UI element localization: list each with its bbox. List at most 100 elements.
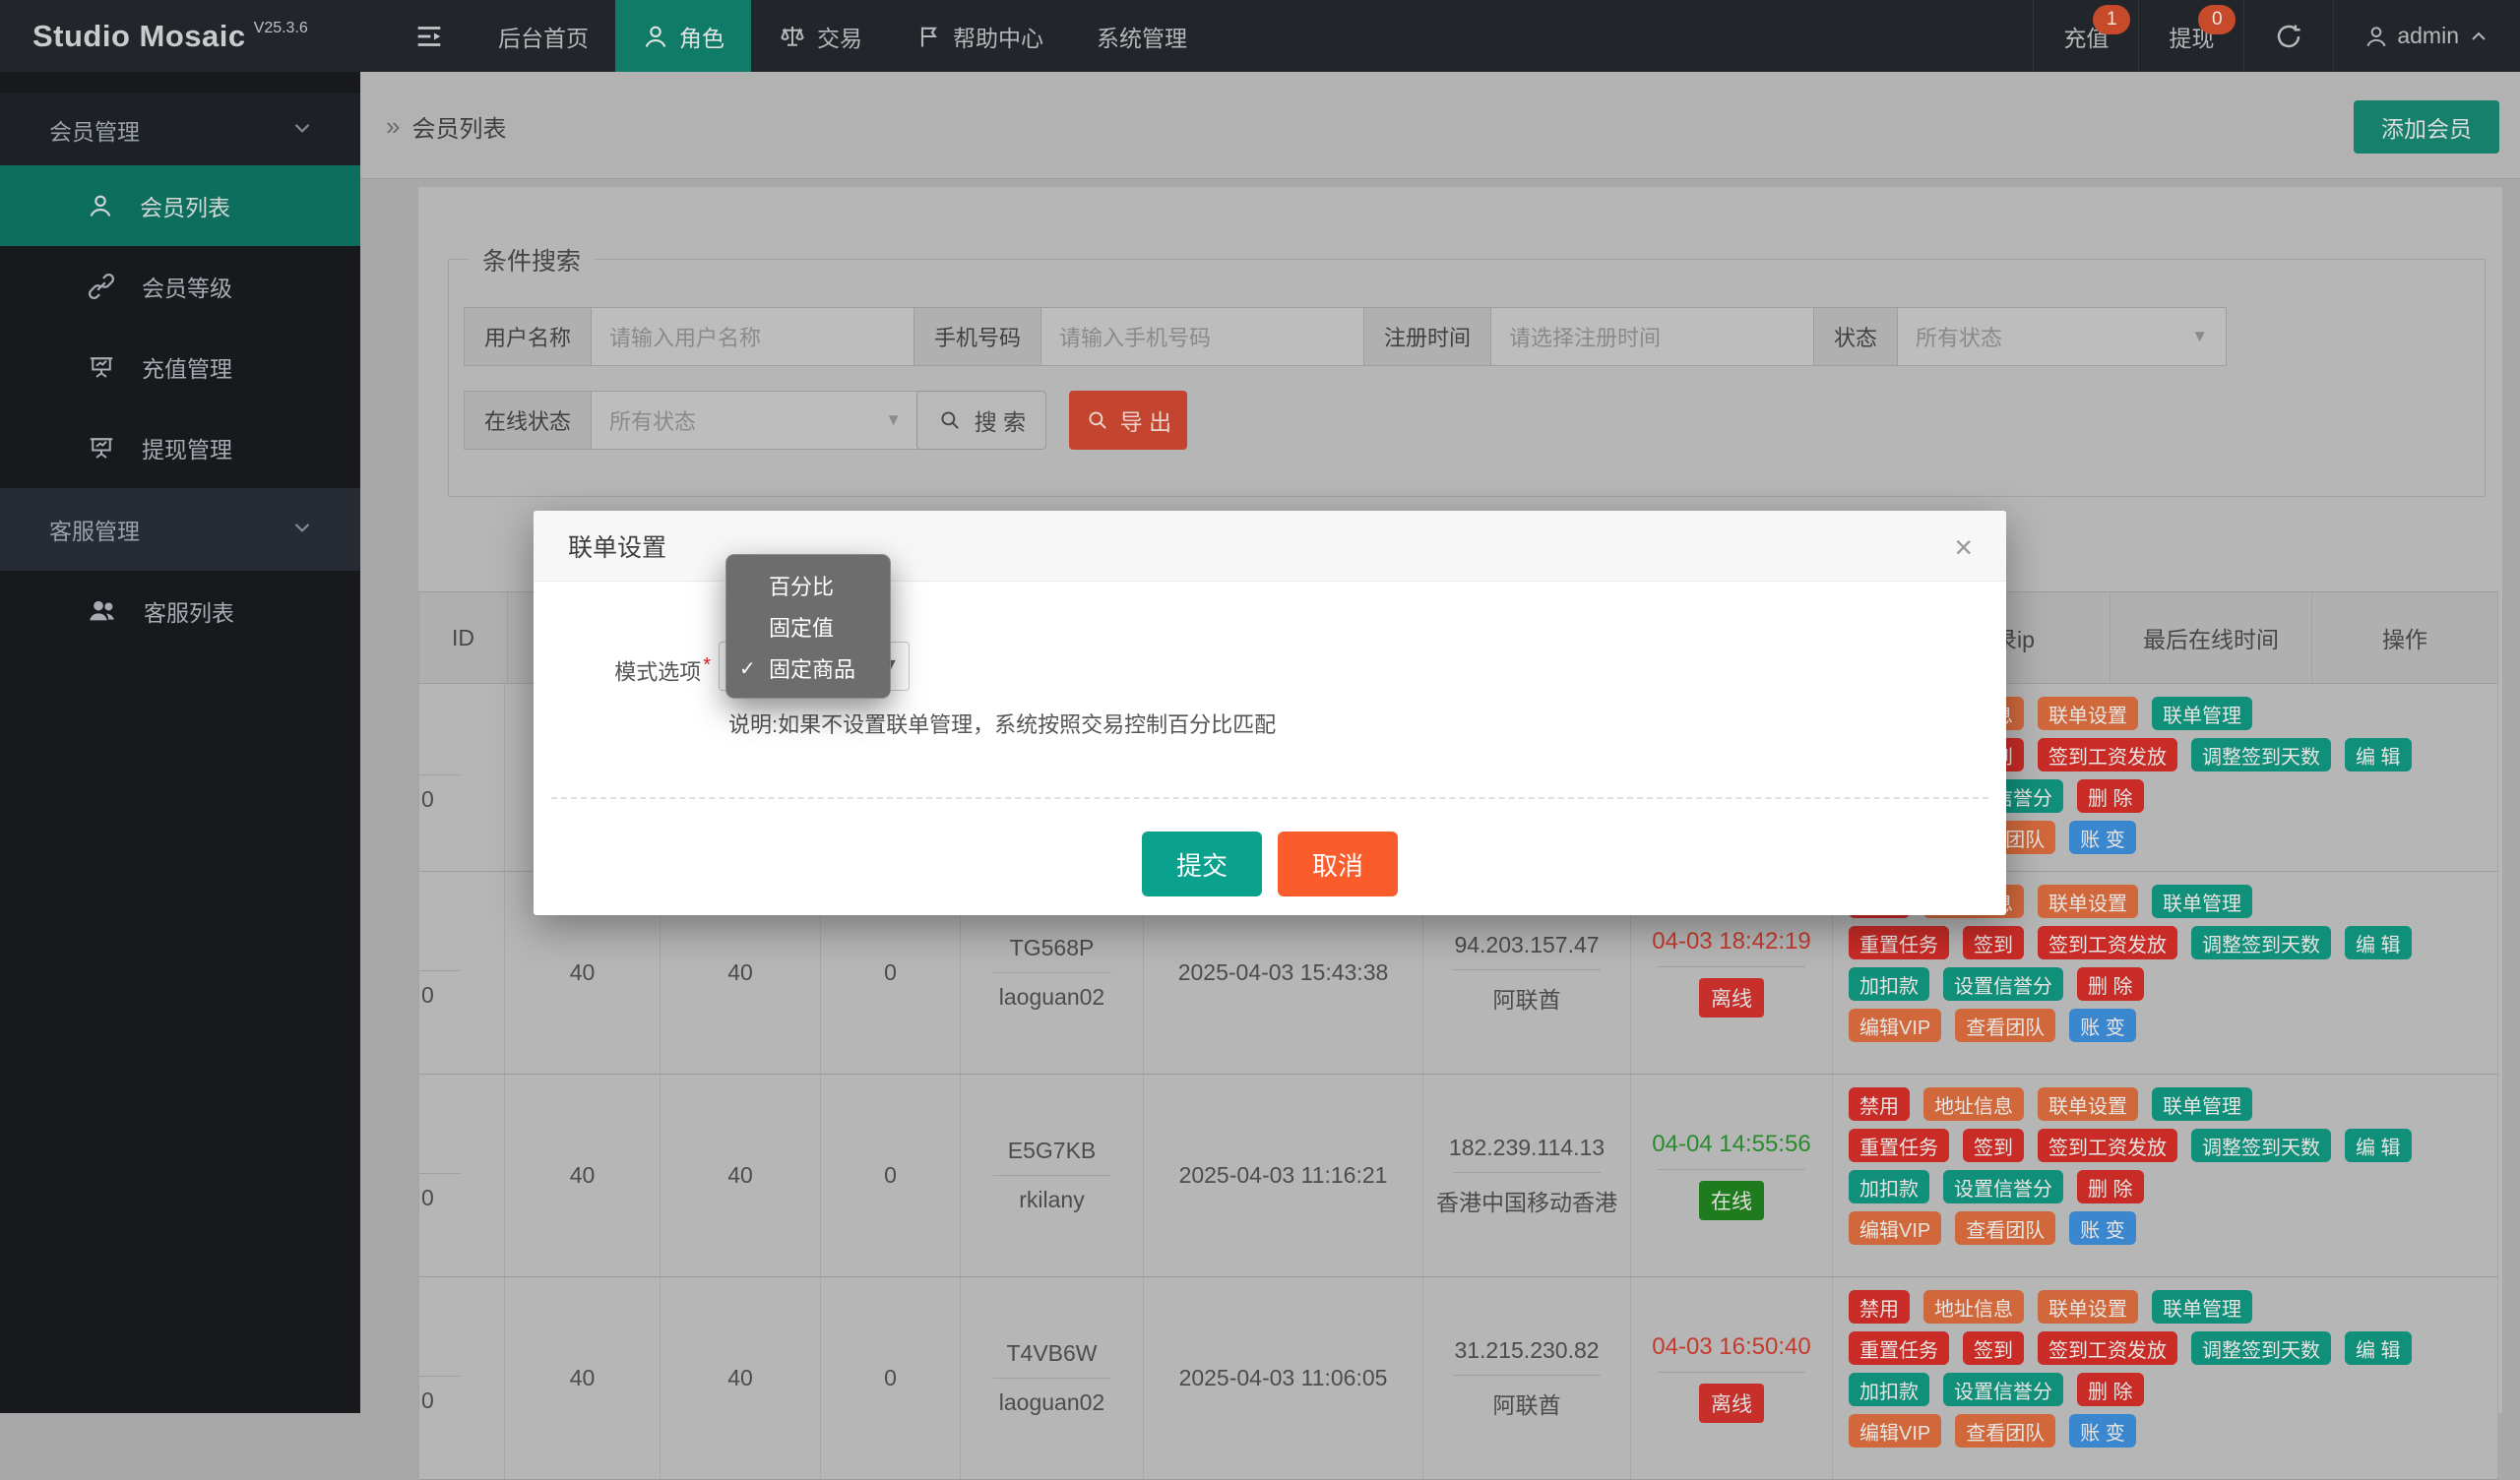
action-button[interactable]: 联单管理 — [2152, 885, 2252, 918]
top-navbar: Studio Mosaic V25.3.6 后台首页角色交易帮助中心系统管理 充… — [0, 0, 2520, 72]
action-button[interactable]: 禁用 — [1849, 1290, 1910, 1324]
breadcrumb: » 会员列表 — [386, 109, 506, 144]
user-menu[interactable]: admin — [2333, 0, 2520, 72]
action-button[interactable]: 签到工资发放 — [2038, 926, 2177, 959]
flag-icon — [915, 23, 943, 50]
username-input[interactable]: 请输入用户名称 — [591, 307, 920, 366]
withdraw-menu[interactable]: 提现 0 — [2138, 0, 2243, 72]
link-icon — [87, 272, 116, 301]
board-icon — [87, 433, 116, 462]
sidebar-group-0[interactable]: 会员管理 — [0, 93, 360, 165]
action-button[interactable]: 联单管理 — [2152, 1087, 2252, 1121]
sidebar-item-4[interactable]: 提现管理 — [0, 407, 360, 488]
action-button[interactable]: 联单设置 — [2038, 697, 2138, 730]
sidebar-group-label: 客服管理 — [49, 513, 140, 546]
action-button[interactable]: 编辑VIP — [1849, 1414, 1941, 1448]
online-status-select[interactable]: 所有状态 ▼ — [591, 391, 920, 450]
phone-input[interactable]: 请输入手机号码 — [1040, 307, 1370, 366]
action-button[interactable]: 删 除 — [2077, 1373, 2144, 1406]
action-button[interactable]: 禁用 — [1849, 1087, 1910, 1121]
action-button[interactable]: 重置任务 — [1849, 1331, 1949, 1365]
action-button[interactable]: 编辑VIP — [1849, 1211, 1941, 1245]
search-icon — [1085, 407, 1110, 433]
action-button[interactable]: 地址信息 — [1923, 1290, 2024, 1324]
action-button[interactable]: 联单管理 — [2152, 697, 2252, 730]
action-button[interactable]: 签到工资发放 — [2038, 1331, 2177, 1365]
action-button[interactable]: 查看团队 — [1955, 1414, 2055, 1448]
action-button[interactable]: 调整签到天数 — [2191, 1331, 2331, 1365]
action-button[interactable]: 编 辑 — [2345, 738, 2412, 771]
dropdown-option-1[interactable]: 固定值 — [726, 606, 890, 648]
sidebar-item-6[interactable]: 客服列表 — [0, 571, 360, 651]
status-field: 状态 所有状态 ▼ — [1813, 307, 2227, 366]
sidebar-item-label: 提现管理 — [142, 431, 232, 464]
sidebar-toggle-icon[interactable] — [387, 0, 472, 72]
action-button[interactable]: 加扣款 — [1849, 1170, 1929, 1203]
action-button[interactable]: 签到工资发放 — [2038, 738, 2177, 771]
action-button[interactable]: 签到 — [1963, 926, 2024, 959]
action-button[interactable]: 账 变 — [2069, 821, 2136, 854]
nav-item-4[interactable]: 系统管理 — [1070, 0, 1214, 72]
cancel-button[interactable]: 取消 — [1278, 832, 1398, 896]
action-button[interactable]: 地址信息 — [1923, 1087, 2024, 1121]
action-button[interactable]: 设置信誉分 — [1943, 1170, 2063, 1203]
action-button[interactable]: 联单设置 — [2038, 885, 2138, 918]
nav-item-2[interactable]: 交易 — [751, 0, 889, 72]
action-button[interactable]: 联单管理 — [2152, 1290, 2252, 1324]
action-button[interactable]: 账 变 — [2069, 1414, 2136, 1448]
action-button[interactable]: 调整签到天数 — [2191, 1129, 2331, 1162]
action-button[interactable]: 设置信誉分 — [1943, 967, 2063, 1001]
sidebar-item-3[interactable]: 充值管理 — [0, 327, 360, 407]
app-logo: Studio Mosaic — [32, 19, 246, 54]
action-line-1: 重置任务签到签到工资发放调整签到天数编 辑 — [1849, 1129, 2412, 1162]
action-button[interactable]: 编辑VIP — [1849, 1009, 1941, 1042]
action-button[interactable]: 查看团队 — [1955, 1211, 2055, 1245]
nav-item-label: 交易 — [817, 20, 862, 53]
export-button[interactable]: 导 出 — [1069, 391, 1187, 450]
action-button[interactable]: 加扣款 — [1849, 967, 1929, 1001]
action-button[interactable]: 账 变 — [2069, 1211, 2136, 1245]
action-button[interactable]: 签到 — [1963, 1331, 2024, 1365]
board-icon — [87, 352, 116, 382]
add-member-button[interactable]: 添加会员 — [2354, 100, 2499, 154]
nav-item-0[interactable]: 后台首页 — [472, 0, 615, 72]
action-button[interactable]: 加扣款 — [1849, 1373, 1929, 1406]
nav-item-1[interactable]: 角色 — [615, 0, 751, 72]
action-button[interactable]: 签到工资发放 — [2038, 1129, 2177, 1162]
withdraw-badge: 0 — [2198, 5, 2236, 34]
action-button[interactable]: 调整签到天数 — [2191, 926, 2331, 959]
action-button[interactable]: 设置信誉分 — [1943, 1373, 2063, 1406]
action-button[interactable]: 编 辑 — [2345, 1331, 2412, 1365]
action-button[interactable]: 调整签到天数 — [2191, 738, 2331, 771]
action-button[interactable]: 重置任务 — [1849, 1129, 1949, 1162]
action-button[interactable]: 签到 — [1963, 1129, 2024, 1162]
recharge-menu[interactable]: 充值 1 — [2033, 0, 2138, 72]
action-button[interactable]: 联单设置 — [2038, 1087, 2138, 1121]
cell-actions: 禁用地址信息联单设置联单管理重置任务签到签到工资发放调整签到天数编 辑加扣款设置… — [1833, 1075, 2498, 1276]
action-button[interactable]: 重置任务 — [1849, 926, 1949, 959]
status-select[interactable]: 所有状态 ▼ — [1897, 307, 2227, 366]
action-button[interactable]: 编 辑 — [2345, 926, 2412, 959]
sidebar-item-1[interactable]: 会员列表 — [0, 165, 360, 246]
action-line-2: 加扣款设置信誉分删 除 — [1849, 1170, 2144, 1203]
action-button[interactable]: 删 除 — [2077, 1170, 2144, 1203]
action-button[interactable]: 联单设置 — [2038, 1290, 2138, 1324]
action-button[interactable]: 账 变 — [2069, 1009, 2136, 1042]
nav-item-3[interactable]: 帮助中心 — [889, 0, 1070, 72]
action-button[interactable]: 删 除 — [2077, 967, 2144, 1001]
refresh-button[interactable] — [2243, 0, 2333, 72]
sidebar-item-label: 充值管理 — [142, 350, 232, 384]
dropdown-option-0[interactable]: 百分比 — [726, 565, 890, 606]
sidebar-item-2[interactable]: 会员等级 — [0, 246, 360, 327]
regtime-input[interactable]: 请选择注册时间 — [1490, 307, 1820, 366]
action-button[interactable]: 编 辑 — [2345, 1129, 2412, 1162]
dropdown-option-2[interactable]: ✓固定商品 — [726, 648, 890, 689]
username-label: 用户名称 — [464, 307, 591, 366]
search-button[interactable]: 搜 索 — [916, 391, 1046, 450]
action-button[interactable]: 删 除 — [2077, 779, 2144, 813]
close-icon[interactable]: × — [1948, 528, 1979, 567]
action-button[interactable]: 查看团队 — [1955, 1009, 2055, 1042]
submit-button[interactable]: 提交 — [1142, 832, 1262, 896]
sidebar-group-5[interactable]: 客服管理 — [0, 488, 360, 571]
dropdown-option-label: 百分比 — [769, 570, 834, 601]
